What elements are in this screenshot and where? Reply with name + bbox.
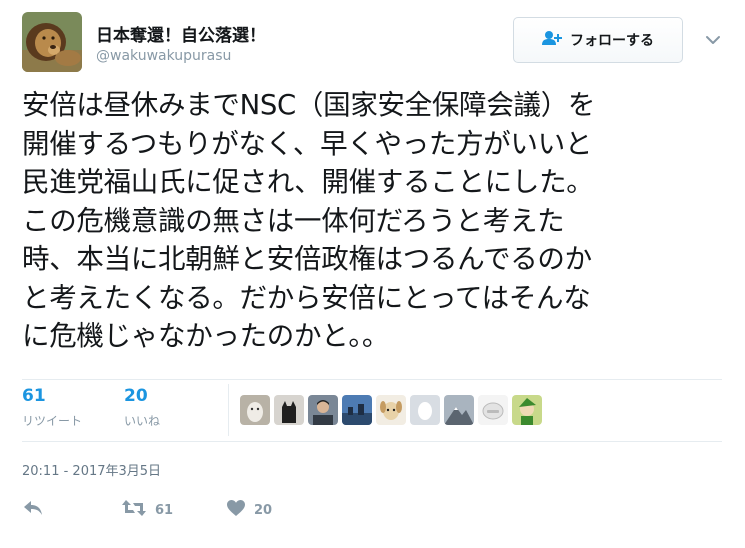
like-action-count: 20	[254, 502, 273, 518]
green-character-avatar[interactable]	[512, 395, 542, 425]
tweet-text-line: 時、本当に北朝鮮と安倍政権はつるんでるのか	[22, 243, 592, 275]
follow-button-label: フォローする	[570, 33, 654, 49]
tweet-text-line: 民進党福山氏に促され、開催することにした。	[22, 166, 594, 198]
mountain-avatar[interactable]	[444, 395, 474, 425]
tweet-timestamp[interactable]: 20:11 - 2017年3月5日	[22, 460, 161, 479]
cartoon-dog-avatar[interactable]	[376, 395, 406, 425]
reply-icon	[22, 499, 44, 521]
retweet-label: リツイート	[22, 414, 83, 428]
reply-button[interactable]	[22, 498, 44, 522]
divider	[22, 379, 722, 380]
follow-button[interactable]: フォローする	[513, 17, 683, 63]
likes-stat[interactable]: 20 いいね	[124, 386, 160, 429]
retweet-stat[interactable]: 61 リツイート	[22, 386, 82, 429]
tweet-text-line: に危機じゃなかったのかと。。	[22, 320, 390, 352]
tweet-text: 安倍は昼休みまでNSC（国家安全保障会議）を 開催するつもりがなく、早くやった方…	[22, 86, 737, 356]
tweet-text-line: 開催するつもりがなく、早くやった方がいいと	[22, 127, 593, 160]
retweet-count: 61	[22, 386, 46, 406]
toy-avatar[interactable]	[478, 395, 508, 425]
lion-avatar[interactable]	[22, 12, 82, 72]
black-cat-avatar[interactable]	[274, 395, 304, 425]
egg-avatar[interactable]	[410, 395, 440, 425]
cityscape-avatar[interactable]	[342, 395, 372, 425]
likes-label: いいね	[124, 414, 161, 428]
retweet-icon	[121, 499, 147, 521]
user-handle[interactable]: @wakuwakupurasu	[96, 48, 231, 64]
retweet-button[interactable]: 61	[121, 498, 173, 522]
chevron-down-icon[interactable]	[704, 31, 722, 49]
heart-icon	[226, 499, 246, 521]
likers-list	[240, 395, 542, 425]
divider	[22, 441, 722, 442]
display-name[interactable]: 日本奪還！自公落選！	[96, 21, 266, 46]
retweet-action-count: 61	[155, 502, 174, 518]
like-button[interactable]: 20	[226, 498, 272, 522]
tweet-card: 日本奪還！自公落選！ @wakuwakupurasu フォローする 安倍は昼休み…	[0, 0, 745, 548]
person-avatar[interactable]	[308, 395, 338, 425]
tweet-text-line: 安倍は昼休みまでNSC（国家安全保障会議）を	[22, 89, 596, 121]
divider	[228, 384, 229, 436]
tweet-text-line: この危機意識の無さは一体何だろうと考えた	[22, 204, 565, 237]
add-user-icon	[542, 30, 562, 50]
likes-count: 20	[124, 386, 148, 406]
tweet-text-line: と考えたくなる。だから安倍にとってはそんな	[22, 281, 591, 314]
dog-avatar[interactable]	[240, 395, 270, 425]
